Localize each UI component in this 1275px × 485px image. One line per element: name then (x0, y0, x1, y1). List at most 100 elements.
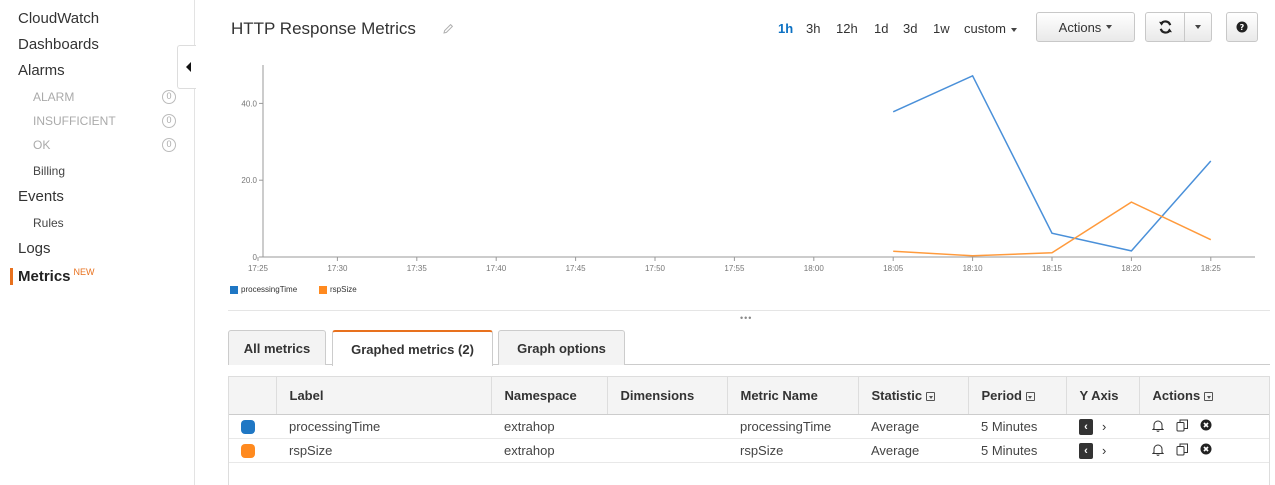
refresh-icon (1158, 20, 1172, 34)
tab-graphed-metrics[interactable]: Graphed metrics (2) (332, 330, 493, 366)
header-actions[interactable]: Actions (1139, 376, 1269, 415)
nav-metrics[interactable]: Metrics NEW (18, 267, 95, 285)
y-axis-right-toggle[interactable]: › (1102, 443, 1106, 458)
custom-label: custom (964, 21, 1006, 36)
copy-icon[interactable] (1176, 443, 1189, 459)
nav-dashboards[interactable]: Dashboards (18, 36, 99, 53)
chevron-down-icon (1195, 25, 1201, 29)
header-statistic[interactable]: Statistic (858, 376, 969, 415)
refresh-options-dropdown[interactable] (1184, 12, 1212, 42)
chevron-down-icon (1010, 27, 1017, 32)
y-axis-left-toggle[interactable]: ‹ (1079, 418, 1093, 435)
time-range-custom-dropdown[interactable]: custom (964, 21, 1017, 36)
resize-handle[interactable]: ••• (740, 313, 752, 323)
close-icon[interactable] (1200, 419, 1212, 434)
row-actions (1139, 414, 1269, 439)
legend-label: processingTime (241, 285, 298, 294)
x-tick-label: 18:25 (1201, 264, 1222, 273)
time-range-12h[interactable]: 12h (836, 21, 858, 36)
row-dimensions (607, 438, 727, 463)
chart-svg: 0 20.0 40.0 17:25 17:30 17:35 17:40 17:45 17:50… (241, 65, 1255, 273)
actions-label: Actions (1058, 19, 1102, 35)
table-row: processingTime extrahop processingTime A… (229, 414, 1269, 439)
row-statistic[interactable]: Average (858, 438, 968, 463)
bell-icon[interactable] (1151, 419, 1165, 435)
nav-billing[interactable]: Billing (33, 164, 65, 178)
row-y-axis: ‹ › (1066, 438, 1139, 463)
chart-divider (228, 310, 1270, 311)
chart-series (892, 74, 1212, 257)
row-label[interactable]: processingTime (276, 414, 491, 439)
header-namespace[interactable]: Namespace (491, 376, 608, 415)
refresh-button[interactable] (1145, 12, 1185, 42)
graphed-metrics-panel: Label Namespace Dimensions Metric Name S… (228, 376, 1270, 485)
x-tick-label: 18:00 (804, 264, 825, 273)
header-dimensions[interactable]: Dimensions (607, 376, 728, 415)
nav-metrics-label: Metrics (18, 268, 71, 285)
close-icon[interactable] (1200, 443, 1212, 458)
dropdown-icon[interactable] (1204, 392, 1214, 402)
legend-swatch (230, 285, 238, 294)
header-period-label: Period (981, 388, 1022, 403)
nav-alarm-state-ok[interactable]: OK (33, 138, 50, 152)
insufficient-count-badge: 0 (162, 114, 176, 128)
header-color (229, 376, 277, 415)
graphed-metrics-table: Label Namespace Dimensions Metric Name S… (229, 376, 1269, 463)
color-swatch[interactable] (241, 444, 255, 459)
x-axis-ticks: 17:25 17:30 17:35 17:40 17:45 17:50 17:55 18:00… (248, 257, 1221, 273)
legend-rspsize[interactable]: rspSize (319, 285, 357, 294)
y-tick-label: 20.0 (241, 176, 257, 185)
x-tick-label: 17:50 (645, 264, 666, 273)
y-axis-right-toggle[interactable]: › (1102, 419, 1106, 434)
table-header-row: Label Namespace Dimensions Metric Name S… (229, 376, 1269, 415)
row-metric-name: rspSize (727, 438, 858, 463)
row-statistic[interactable]: Average (858, 414, 968, 439)
bell-icon[interactable] (1151, 443, 1165, 459)
time-range-1w[interactable]: 1w (933, 21, 950, 36)
legend-processingtime[interactable]: processingTime (230, 285, 297, 294)
graph-title: HTTP Response Metrics (231, 19, 416, 38)
row-namespace: extrahop (491, 438, 607, 463)
color-swatch[interactable] (241, 420, 255, 435)
nav-alarm-state-insufficient[interactable]: INSUFFICIENT (33, 114, 116, 128)
collapse-sidebar-button[interactable] (177, 45, 196, 89)
y-axis-ticks: 0 20.0 40.0 (241, 99, 263, 262)
help-icon: ? (1236, 21, 1248, 33)
dropdown-icon[interactable] (926, 392, 936, 402)
y-tick-label: 40.0 (241, 99, 257, 108)
pencil-icon[interactable] (442, 23, 456, 37)
time-range-3h[interactable]: 3h (806, 21, 820, 36)
row-period[interactable]: 5 Minutes (968, 414, 1066, 439)
copy-icon[interactable] (1176, 419, 1189, 435)
y-axis-left-toggle[interactable]: ‹ (1079, 442, 1093, 459)
nav-rules[interactable]: Rules (33, 216, 64, 230)
header-period[interactable]: Period (968, 376, 1067, 415)
chevron-down-icon (1106, 25, 1113, 29)
active-indicator (10, 268, 13, 285)
tab-all-metrics[interactable]: All metrics (228, 330, 326, 365)
legend-swatch (319, 285, 327, 294)
nav-logs[interactable]: Logs (18, 240, 51, 257)
row-label[interactable]: rspSize (276, 438, 491, 463)
time-range-1h[interactable]: 1h (778, 21, 793, 36)
nav-cloudwatch[interactable]: CloudWatch (18, 10, 99, 27)
nav-alarms[interactable]: Alarms (18, 62, 65, 79)
nav-events[interactable]: Events (18, 188, 64, 205)
dropdown-icon[interactable] (1025, 392, 1035, 402)
time-range-1d[interactable]: 1d (874, 21, 888, 36)
header-y-axis: Y Axis (1066, 376, 1140, 415)
row-period[interactable]: 5 Minutes (968, 438, 1066, 463)
row-dimensions (607, 414, 727, 439)
header-metric-name[interactable]: Metric Name (727, 376, 859, 415)
row-color-cell (229, 438, 276, 463)
table-row: rspSize extrahop rspSize Average 5 Minut… (229, 438, 1269, 463)
nav-alarm-state-alarm[interactable]: ALARM (33, 90, 74, 104)
row-namespace: extrahop (491, 414, 607, 439)
tab-graph-options[interactable]: Graph options (498, 330, 625, 365)
help-button[interactable]: ? (1226, 12, 1258, 42)
header-label[interactable]: Label (276, 376, 492, 415)
time-range-3d[interactable]: 3d (903, 21, 917, 36)
actions-dropdown-button[interactable]: Actions (1036, 12, 1135, 42)
x-tick-label: 18:15 (1042, 264, 1063, 273)
x-tick-label: 17:25 (248, 264, 269, 273)
